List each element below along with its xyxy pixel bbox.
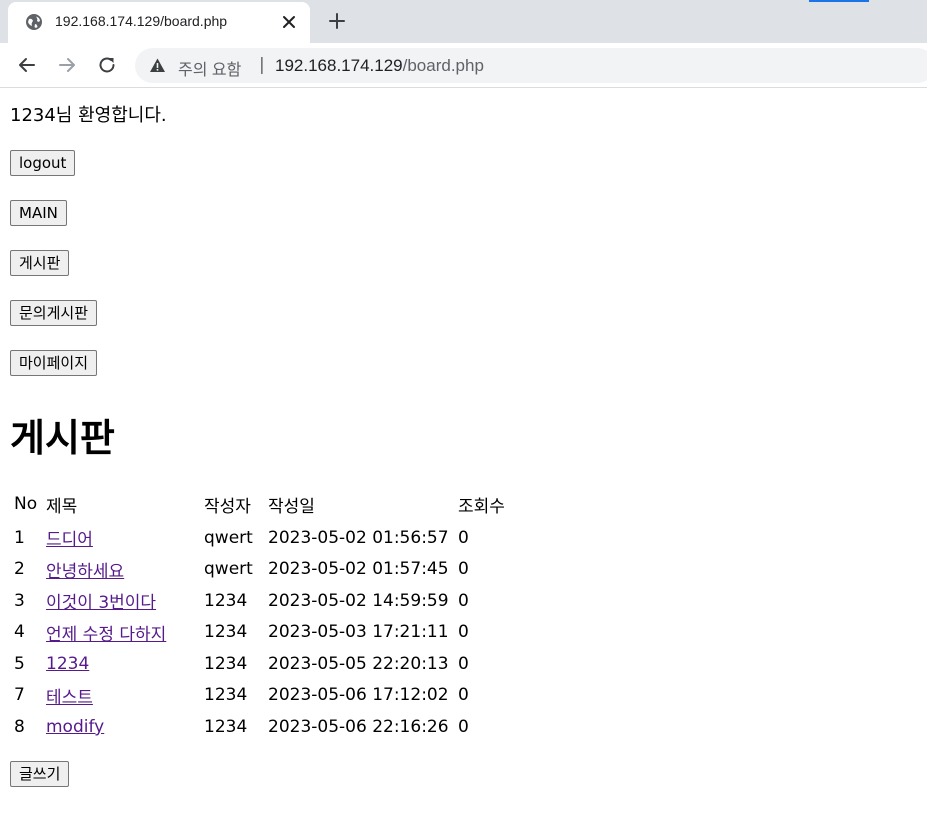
table-row: 4 언제 수정 다하지 1234 2023-05-03 17:21:11 0	[14, 617, 505, 649]
cell-date: 2023-05-02 14:59:59	[268, 590, 449, 611]
browser-tab-active[interactable]: 192.168.174.129/board.php	[8, 2, 310, 43]
board-button[interactable]: 게시판	[10, 250, 70, 276]
cell-views: 0	[458, 653, 469, 674]
warning-triangle-icon[interactable]	[149, 57, 166, 74]
post-title-link[interactable]: 안녕하세요	[46, 562, 124, 582]
browser-toolbar: 주의 요함 | 192.168.174.129/board.php	[0, 43, 927, 88]
cell-writer: 1234	[204, 685, 248, 706]
post-title-link[interactable]: modify	[46, 717, 104, 737]
cell-views: 0	[458, 685, 469, 706]
reload-icon[interactable]	[96, 54, 118, 76]
url-text[interactable]: 192.168.174.129/board.php	[275, 56, 484, 76]
cell-views: 0	[458, 527, 469, 548]
cell-writer: 1234	[204, 622, 248, 643]
address-separator: |	[259, 55, 265, 75]
cell-title: modify	[46, 711, 202, 743]
post-title-link[interactable]: 이것이 3번이다	[46, 593, 156, 613]
cell-no: 7	[14, 685, 25, 706]
table-row: 8 modify 1234 2023-05-06 22:16:26 0	[14, 711, 505, 743]
cell-no: 8	[14, 716, 25, 737]
cell-title: 테스트	[46, 680, 202, 712]
post-title-link[interactable]: 테스트	[46, 688, 93, 708]
address-bar[interactable]: 주의 요함 | 192.168.174.129/board.php	[135, 48, 927, 83]
url-host: 192.168.174.129	[275, 56, 403, 75]
logout-button[interactable]: logout	[10, 150, 76, 176]
cell-writer: 1234	[204, 653, 248, 674]
close-icon[interactable]	[281, 14, 297, 30]
main-button[interactable]: MAIN	[10, 200, 67, 226]
header-title: 제목	[46, 496, 78, 517]
cell-views: 0	[458, 716, 469, 737]
post-title-link[interactable]: 드디어	[46, 530, 93, 550]
cell-date: 2023-05-02 01:57:45	[268, 559, 449, 580]
cell-writer: qwert	[204, 527, 253, 548]
globe-icon	[26, 14, 42, 30]
table-row: 5 1234 1234 2023-05-05 22:20:13 0	[14, 648, 505, 680]
url-path: /board.php	[402, 56, 484, 75]
cell-views: 0	[458, 559, 469, 580]
cell-title: 이것이 3번이다	[46, 585, 202, 617]
cell-no: 1	[14, 527, 25, 548]
table-row: 3 이것이 3번이다 1234 2023-05-02 14:59:59 0	[14, 585, 505, 617]
cell-writer: qwert	[204, 559, 253, 580]
cell-no: 4	[14, 622, 25, 643]
cell-title: 안녕하세요	[46, 554, 202, 586]
post-title-link[interactable]: 언제 수정 다하지	[46, 625, 166, 645]
header-no: No	[14, 494, 38, 514]
tab-strip: 192.168.174.129/board.php	[0, 0, 927, 43]
forward-arrow-icon[interactable]	[56, 54, 78, 76]
welcome-message: 1234님 환영합니다.	[10, 105, 167, 126]
cell-date: 2023-05-02 01:56:57	[268, 527, 449, 548]
mypage-button[interactable]: 마이페이지	[10, 350, 98, 376]
cell-date: 2023-05-03 17:21:11	[268, 622, 449, 643]
table-row: 2 안녕하세요 qwert 2023-05-02 01:57:45 0	[14, 554, 505, 586]
table-header-row: No 제목 작성자 작성일 조회수	[14, 486, 505, 522]
qna-board-button[interactable]: 문의게시판	[10, 300, 98, 326]
cell-no: 2	[14, 559, 25, 580]
cell-title: 드디어	[46, 522, 202, 554]
table-row: 7 테스트 1234 2023-05-06 17:12:02 0	[14, 680, 505, 712]
back-arrow-icon[interactable]	[16, 54, 38, 76]
new-tab-plus-icon[interactable]	[328, 12, 346, 30]
cell-title: 언제 수정 다하지	[46, 617, 202, 649]
cell-date: 2023-05-05 22:20:13	[268, 653, 449, 674]
cell-title: 1234	[46, 648, 202, 680]
cell-views: 0	[458, 590, 469, 611]
post-title-link[interactable]: 1234	[46, 654, 89, 674]
board-table: No 제목 작성자 작성일 조회수 1 드디어 qwert 2023-05-02…	[12, 486, 507, 743]
header-views: 조회수	[458, 496, 505, 517]
header-date: 작성일	[268, 496, 315, 517]
cell-writer: 1234	[204, 716, 248, 737]
header-writer: 작성자	[204, 496, 251, 517]
tab-title: 192.168.174.129/board.php	[55, 13, 228, 29]
profile-indicator	[809, 0, 869, 2]
table-row: 1 드디어 qwert 2023-05-02 01:56:57 0	[14, 522, 505, 554]
cell-date: 2023-05-06 17:12:02	[268, 685, 449, 706]
cell-views: 0	[458, 622, 469, 643]
security-status-label[interactable]: 주의 요함	[178, 56, 241, 80]
page-title: 게시판	[10, 416, 115, 460]
page-content: 1234님 환영합니다. logout MAIN 게시판 문의게시판 마이페이지…	[0, 89, 927, 830]
cell-no: 3	[14, 590, 25, 611]
cell-date: 2023-05-06 22:16:26	[268, 716, 449, 737]
write-post-button[interactable]: 글쓰기	[10, 761, 70, 787]
cell-no: 5	[14, 653, 25, 674]
cell-writer: 1234	[204, 590, 248, 611]
